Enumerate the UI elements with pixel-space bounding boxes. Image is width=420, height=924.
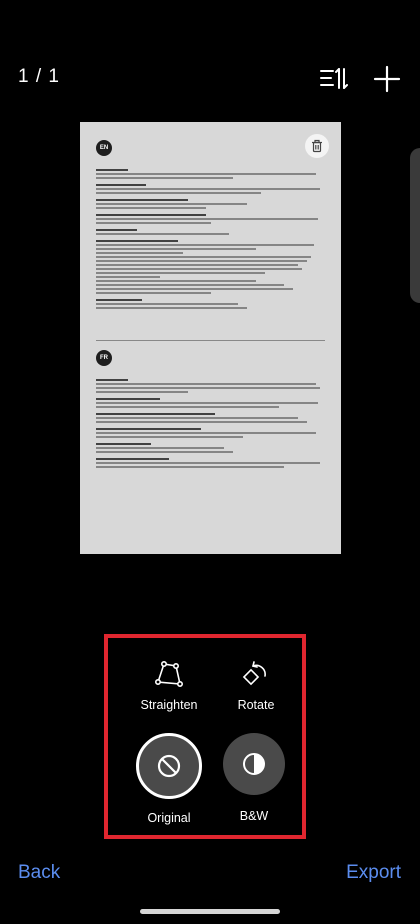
rotate-icon [242,661,266,686]
language-badge-fr: FR [96,350,112,366]
sort-icon[interactable] [318,64,348,94]
plus-icon[interactable] [372,64,402,94]
back-button[interactable]: Back [18,862,60,884]
filter-original-swatch [136,733,202,799]
filter-original-label: Original [147,811,191,825]
no-filter-icon [157,754,181,778]
page-counter: 1 / 1 [18,66,60,87]
document-text-en [96,164,325,311]
scanned-document: EN FR [80,122,341,554]
straighten-label: Straighten [140,698,198,712]
filter-bw-swatch [223,733,285,795]
document-text-fr [96,374,325,470]
edge-panel-handle[interactable] [410,148,420,303]
language-badge-en: EN [96,140,112,156]
edit-tools-panel: Straighten Rotate Original B&W [104,634,306,839]
export-button[interactable]: Export [346,862,401,884]
contrast-icon [243,753,265,775]
filter-bw-label: B&W [239,809,269,823]
straighten-button[interactable]: Straighten [134,660,204,712]
trash-icon[interactable] [305,134,329,158]
filter-bw-button[interactable]: B&W [218,733,290,823]
home-indicator[interactable] [140,909,280,914]
rotate-label: Rotate [237,698,275,712]
straighten-icon [155,660,183,687]
section-divider [96,340,325,341]
filter-original-button[interactable]: Original [130,733,208,825]
rotate-button[interactable]: Rotate [226,660,286,712]
